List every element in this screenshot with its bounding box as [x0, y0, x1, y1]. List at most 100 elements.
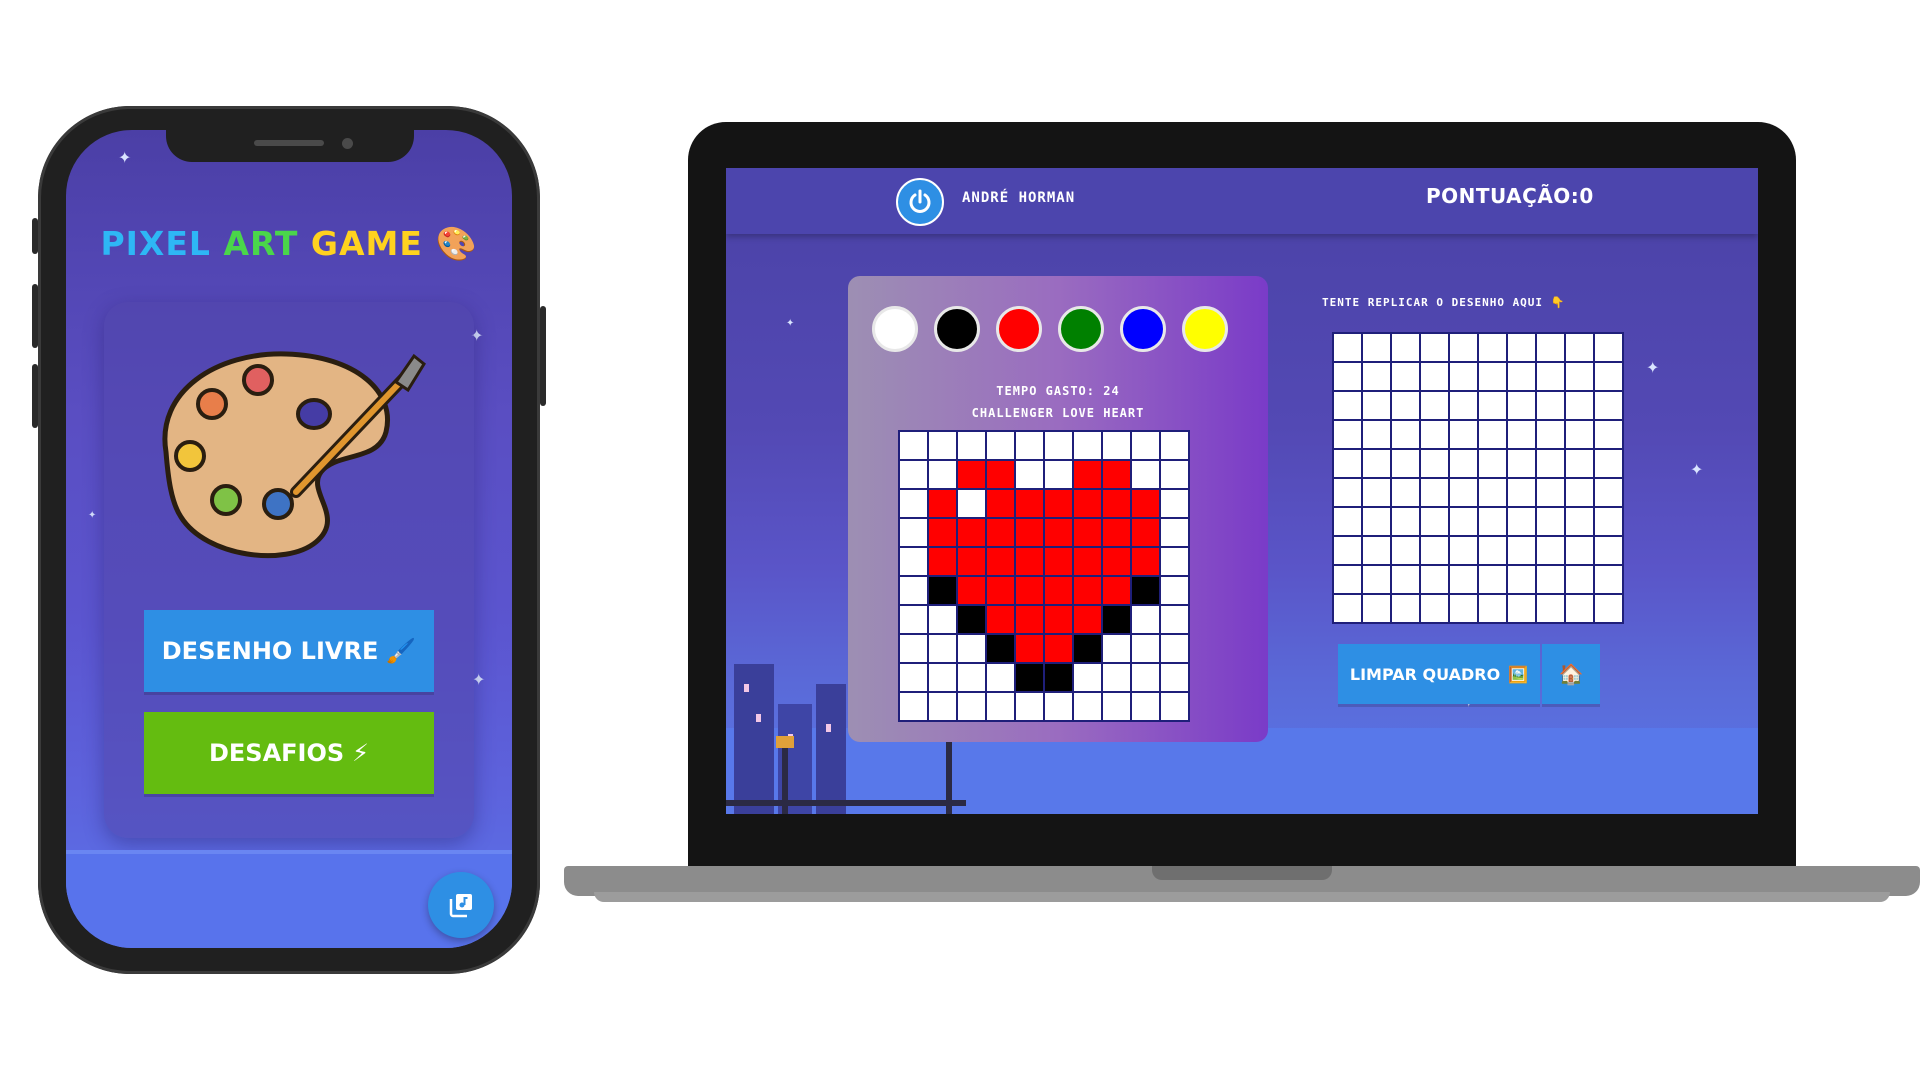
clear-board-button[interactable]: LIMPAR QUADRO 🖼️ — [1338, 644, 1540, 704]
drawing-cell[interactable] — [1334, 392, 1361, 419]
drawing-cell[interactable] — [1450, 421, 1477, 448]
color-swatch[interactable] — [1058, 306, 1104, 352]
drawing-cell[interactable] — [1450, 450, 1477, 477]
drawing-cell[interactable] — [1450, 595, 1477, 622]
drawing-cell[interactable] — [1508, 334, 1535, 361]
drawing-cell[interactable] — [1392, 479, 1419, 506]
drawing-cell[interactable] — [1595, 392, 1622, 419]
drawing-cell[interactable] — [1537, 479, 1564, 506]
drawing-cell[interactable] — [1479, 537, 1506, 564]
drawing-cell[interactable] — [1566, 595, 1593, 622]
home-button[interactable]: 🏠 — [1542, 644, 1600, 704]
drawing-cell[interactable] — [1363, 479, 1390, 506]
drawing-cell[interactable] — [1508, 595, 1535, 622]
drawing-cell[interactable] — [1450, 537, 1477, 564]
drawing-cell[interactable] — [1595, 363, 1622, 390]
drawing-cell[interactable] — [1566, 392, 1593, 419]
drawing-cell[interactable] — [1508, 479, 1535, 506]
drawing-cell[interactable] — [1334, 566, 1361, 593]
drawing-cell[interactable] — [1595, 334, 1622, 361]
drawing-cell[interactable] — [1537, 450, 1564, 477]
drawing-cell[interactable] — [1595, 537, 1622, 564]
drawing-cell[interactable] — [1363, 392, 1390, 419]
drawing-cell[interactable] — [1334, 334, 1361, 361]
drawing-cell[interactable] — [1392, 334, 1419, 361]
drawing-cell[interactable] — [1479, 479, 1506, 506]
music-library-button[interactable] — [428, 872, 494, 938]
drawing-cell[interactable] — [1392, 421, 1419, 448]
color-swatch[interactable] — [1120, 306, 1166, 352]
drawing-cell[interactable] — [1537, 334, 1564, 361]
drawing-cell[interactable] — [1537, 566, 1564, 593]
drawing-cell[interactable] — [1363, 334, 1390, 361]
color-swatch[interactable] — [872, 306, 918, 352]
drawing-cell[interactable] — [1479, 508, 1506, 535]
drawing-cell[interactable] — [1479, 421, 1506, 448]
drawing-cell[interactable] — [1392, 595, 1419, 622]
drawing-cell[interactable] — [1392, 537, 1419, 564]
drawing-cell[interactable] — [1363, 450, 1390, 477]
logout-button[interactable] — [896, 178, 944, 226]
drawing-cell[interactable] — [1566, 537, 1593, 564]
drawing-cell[interactable] — [1334, 595, 1361, 622]
drawing-cell[interactable] — [1537, 392, 1564, 419]
drawing-cell[interactable] — [1421, 421, 1448, 448]
drawing-cell[interactable] — [1334, 537, 1361, 564]
drawing-cell[interactable] — [1363, 537, 1390, 564]
drawing-cell[interactable] — [1392, 392, 1419, 419]
drawing-cell[interactable] — [1595, 479, 1622, 506]
drawing-cell[interactable] — [1421, 479, 1448, 506]
drawing-cell[interactable] — [1595, 508, 1622, 535]
drawing-cell[interactable] — [1508, 508, 1535, 535]
drawing-cell[interactable] — [1421, 508, 1448, 535]
drawing-cell[interactable] — [1450, 334, 1477, 361]
drawing-cell[interactable] — [1479, 450, 1506, 477]
drawing-cell[interactable] — [1566, 479, 1593, 506]
drawing-cell[interactable] — [1566, 508, 1593, 535]
drawing-cell[interactable] — [1479, 334, 1506, 361]
drawing-cell[interactable] — [1450, 566, 1477, 593]
drawing-cell[interactable] — [1421, 595, 1448, 622]
drawing-cell[interactable] — [1537, 363, 1564, 390]
drawing-cell[interactable] — [1595, 595, 1622, 622]
drawing-cell[interactable] — [1508, 566, 1535, 593]
drawing-cell[interactable] — [1363, 566, 1390, 593]
drawing-cell[interactable] — [1450, 479, 1477, 506]
drawing-cell[interactable] — [1595, 450, 1622, 477]
drawing-cell[interactable] — [1334, 363, 1361, 390]
drawing-cell[interactable] — [1508, 421, 1535, 448]
drawing-cell[interactable] — [1334, 479, 1361, 506]
drawing-cell[interactable] — [1479, 363, 1506, 390]
drawing-cell[interactable] — [1363, 363, 1390, 390]
drawing-cell[interactable] — [1508, 450, 1535, 477]
drawing-cell[interactable] — [1537, 508, 1564, 535]
drawing-cell[interactable] — [1450, 363, 1477, 390]
drawing-cell[interactable] — [1450, 508, 1477, 535]
drawing-cell[interactable] — [1566, 334, 1593, 361]
drawing-cell[interactable] — [1421, 450, 1448, 477]
drawing-cell[interactable] — [1363, 508, 1390, 535]
drawing-cell[interactable] — [1537, 537, 1564, 564]
drawing-cell[interactable] — [1566, 421, 1593, 448]
drawing-cell[interactable] — [1421, 566, 1448, 593]
color-swatch[interactable] — [934, 306, 980, 352]
drawing-cell[interactable] — [1479, 566, 1506, 593]
drawing-cell[interactable] — [1595, 566, 1622, 593]
challenges-button[interactable]: DESAFIOS ⚡ — [144, 712, 434, 794]
color-swatch[interactable] — [996, 306, 1042, 352]
drawing-cell[interactable] — [1508, 392, 1535, 419]
drawing-cell[interactable] — [1392, 508, 1419, 535]
drawing-cell[interactable] — [1334, 508, 1361, 535]
drawing-cell[interactable] — [1566, 566, 1593, 593]
color-swatch[interactable] — [1182, 306, 1228, 352]
drawing-cell[interactable] — [1334, 450, 1361, 477]
drawing-cell[interactable] — [1479, 595, 1506, 622]
drawing-cell[interactable] — [1450, 392, 1477, 419]
free-draw-button[interactable]: DESENHO LIVRE 🖌️ — [144, 610, 434, 692]
drawing-cell[interactable] — [1363, 421, 1390, 448]
drawing-cell[interactable] — [1392, 450, 1419, 477]
drawing-cell[interactable] — [1537, 421, 1564, 448]
drawing-cell[interactable] — [1392, 363, 1419, 390]
drawing-cell[interactable] — [1334, 421, 1361, 448]
drawing-cell[interactable] — [1421, 537, 1448, 564]
